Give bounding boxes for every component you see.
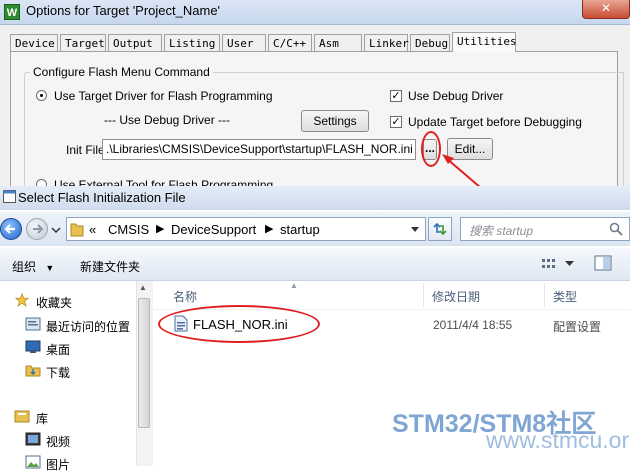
annotation-ellipse-browse [421,131,441,167]
update-target-label: Update Target before Debugging [408,115,582,129]
folder-icon [70,223,84,237]
tab-utilities[interactable]: Utilities [452,32,517,52]
nav-item-pictures[interactable]: 图片 [46,456,70,473]
scroll-up-icon[interactable]: ▲ [139,283,147,292]
recent-places-icon [25,317,41,331]
tab-c-cpp[interactable]: C/C++ [268,34,312,51]
recent-pages-chevron-icon[interactable] [51,226,61,234]
tab-device[interactable]: Device [10,34,58,51]
breadcrumb-startup[interactable]: startup [280,222,320,237]
nav-item-recent-places[interactable]: 最近访问的位置 [46,318,130,335]
view-options-icon[interactable] [541,257,557,271]
update-target-checkbox[interactable]: ✓ [390,116,402,128]
tab-target[interactable]: Target [60,34,106,51]
tab-user[interactable]: User [222,34,266,51]
radio-selected-dot [40,94,43,97]
checkmark-icon: ✓ [391,90,401,102]
use-debug-driver-note: --- Use Debug Driver --- [104,113,231,127]
tab-listing[interactable]: Listing [164,34,220,51]
breadcrumb-separator-icon[interactable]: ▶ [156,222,164,235]
nav-item-downloads[interactable]: 下载 [46,364,70,381]
star-icon [14,293,30,307]
column-header-modified[interactable]: 修改日期 [432,288,480,305]
checkmark-icon: ✓ [391,116,401,128]
sort-indicator-icon: ▲ [290,281,298,290]
breadcrumb-separator-icon[interactable]: ▶ [265,222,273,235]
file-modified: 2011/4/4 18:55 [433,318,513,332]
nav-item-desktop[interactable]: 桌面 [46,341,70,358]
breadcrumb-overflow[interactable]: « [89,222,96,237]
forward-button[interactable] [26,218,48,240]
tab-debug[interactable]: Debug [410,34,450,51]
refresh-button[interactable] [428,217,452,241]
tab-linker[interactable]: Linker [364,34,409,51]
file-dialog-title: Select Flash Initialization File [18,190,186,205]
library-icon [14,410,30,423]
use-target-driver-radio[interactable] [36,90,47,101]
desktop-icon [25,340,41,353]
preview-pane-icon[interactable] [594,255,612,271]
address-dropdown-icon[interactable] [410,226,420,234]
organize-menu[interactable]: 组织 ▼ [12,258,54,275]
organize-label: 组织 [12,260,37,274]
settings-button[interactable]: Settings [301,110,369,132]
use-debug-driver-checkbox[interactable]: ✓ [390,90,402,102]
nav-scrollbar-thumb[interactable] [138,298,150,428]
tab-strip: Device Target Output Listing User C/C++ … [10,32,610,52]
refresh-icon [433,222,447,236]
breadcrumb-devicesupport[interactable]: DeviceSupport [171,222,256,237]
tab-output[interactable]: Output [108,34,162,51]
use-target-driver-label: Use Target Driver for Flash Programming [54,89,273,103]
watermark-url: www.stmcu.org [486,427,630,453]
forward-arrow-icon [33,224,44,234]
use-debug-driver-label: Use Debug Driver [408,89,504,103]
keil-app-icon: W [4,4,20,20]
close-button[interactable]: ✕ [582,0,630,19]
init-file-input[interactable]: .\Libraries\CMSIS\DeviceSupport\startup\… [102,139,416,160]
back-button[interactable] [0,218,22,240]
file-type: 配置设置 [553,320,602,334]
search-icon[interactable] [609,222,623,236]
back-arrow-icon [4,224,15,234]
search-box[interactable]: 搜索 startup [460,217,630,241]
annotation-ellipse-file [158,305,320,343]
nav-item-videos[interactable]: 视频 [46,433,70,450]
group-label: Configure Flash Menu Command [30,65,213,79]
tab-asm[interactable]: Asm [314,34,362,51]
downloads-icon [25,365,41,377]
search-input[interactable]: 搜索 startup [469,222,533,239]
column-header-type[interactable]: 类型 [553,288,577,305]
chevron-down-icon: ▼ [45,263,55,273]
view-dropdown-icon[interactable] [565,261,574,267]
video-icon [25,432,41,446]
column-separator[interactable] [544,283,545,307]
new-folder-button[interactable]: 新建文件夹 [80,258,140,275]
column-header-name[interactable]: 名称 [173,288,197,305]
navigation-pane [0,281,153,466]
close-icon: ✕ [600,1,612,15]
column-separator[interactable] [423,283,424,307]
nav-item-libraries[interactable]: 库 [36,410,48,427]
nav-item-favorites[interactable]: 收藏夹 [36,294,72,311]
dialog-window-icon [3,190,16,203]
options-dialog-title: Options for Target 'Project_Name' [26,3,221,18]
use-external-tool-label: Use External Tool for Flash Programming [54,178,274,186]
pictures-icon [25,455,41,469]
breadcrumb-cmsis[interactable]: CMSIS [108,222,149,237]
